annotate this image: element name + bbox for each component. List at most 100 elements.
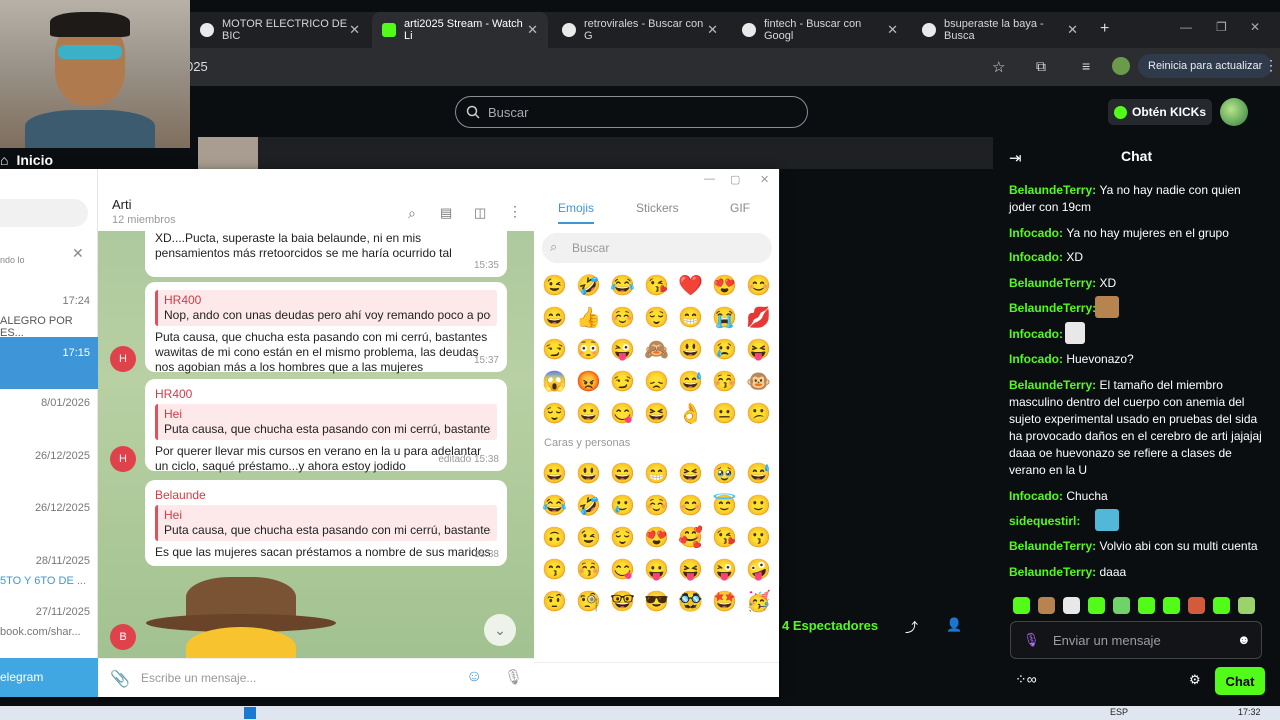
emoji-item[interactable]: 👌 bbox=[678, 401, 712, 425]
emoji-item[interactable]: 😗 bbox=[746, 525, 780, 549]
emoji-item[interactable]: 🥲 bbox=[610, 493, 644, 517]
close-tab-icon[interactable]: ✕ bbox=[707, 22, 718, 38]
extensions-icon[interactable]: ⧉ bbox=[1036, 58, 1046, 75]
search-input[interactable]: Buscar bbox=[455, 96, 808, 128]
star-icon[interactable]: ☆ bbox=[992, 58, 1005, 76]
emoji-item[interactable]: 😌 bbox=[542, 401, 576, 425]
emoji-item[interactable]: 😍 bbox=[712, 273, 746, 297]
collapse-chat-icon[interactable]: ⇥ bbox=[1009, 149, 1022, 167]
dice-icon[interactable]: ⁘∞ bbox=[1015, 671, 1037, 688]
browser-tab[interactable]: fintech - Buscar con Googl ✕ bbox=[732, 12, 908, 48]
emoji-item[interactable]: 🙃 bbox=[542, 525, 576, 549]
emoji-item[interactable]: 😐 bbox=[712, 401, 746, 425]
emoji-item[interactable]: 😛 bbox=[644, 557, 678, 581]
avatar[interactable]: H bbox=[110, 446, 136, 472]
close-tab-icon[interactable]: ✕ bbox=[1067, 22, 1078, 38]
search-icon[interactable]: ⌕ bbox=[408, 205, 416, 222]
emoji-item[interactable]: 🧐 bbox=[576, 589, 610, 613]
close-icon[interactable]: ✕ bbox=[760, 173, 769, 186]
emoji-item[interactable]: ❤️ bbox=[678, 273, 712, 297]
reply-quote[interactable]: Hei Puta causa, que chucha esta pasando … bbox=[155, 404, 497, 440]
list-item-selected[interactable]: 17:15 bbox=[0, 337, 98, 389]
emoji-item[interactable]: 😅 bbox=[746, 461, 780, 485]
home-link[interactable]: ⌂ Inicio bbox=[0, 152, 53, 168]
reply-quote[interactable]: Hei Puta causa, que chucha esta pasando … bbox=[155, 505, 497, 541]
new-tab-icon[interactable]: + bbox=[1100, 20, 1109, 38]
close-window-icon[interactable]: ✕ bbox=[1250, 20, 1260, 34]
settings-icon[interactable]: ⚙ bbox=[1189, 672, 1201, 688]
scroll-down-button[interactable]: ⌄ bbox=[484, 614, 516, 646]
emoji-item[interactable]: 😌 bbox=[644, 305, 678, 329]
clock[interactable]: 17:32 bbox=[1238, 707, 1261, 717]
emoji-item[interactable]: 😁 bbox=[644, 461, 678, 485]
tab-stickers[interactable]: Stickers bbox=[636, 201, 679, 215]
emoji-item[interactable]: ☺️ bbox=[610, 305, 644, 329]
emoji-item[interactable]: 😚 bbox=[576, 557, 610, 581]
emoji-icon[interactable]: ☻ bbox=[1237, 632, 1251, 647]
tab-emojis[interactable]: Emojis bbox=[558, 201, 595, 224]
attach-icon[interactable]: 📎 bbox=[110, 669, 130, 689]
microphone-icon[interactable]: 🎙 bbox=[1023, 632, 1040, 648]
update-button[interactable]: Reinicia para actualizar bbox=[1138, 54, 1273, 78]
list-item[interactable]: 17:24 ALEGRO POR ES... bbox=[0, 287, 98, 339]
maximize-icon[interactable]: ▢ bbox=[730, 173, 740, 186]
emoji-item[interactable]: 😝 bbox=[746, 337, 780, 361]
emoji-item[interactable]: 🤩 bbox=[712, 589, 746, 613]
close-icon[interactable]: ✕ bbox=[72, 245, 84, 262]
emoji-item[interactable]: 😄 bbox=[610, 461, 644, 485]
emoji-item[interactable]: 😂 bbox=[610, 273, 644, 297]
emoji-item[interactable]: 😞 bbox=[644, 369, 678, 393]
emoji-item[interactable]: 😝 bbox=[678, 557, 712, 581]
emoji-item[interactable]: 😡 bbox=[576, 369, 610, 393]
close-tab-icon[interactable]: ✕ bbox=[349, 22, 360, 38]
emoji-item[interactable]: 😆 bbox=[678, 461, 712, 485]
emoji-item[interactable]: ☺️ bbox=[644, 493, 678, 517]
emoji-item[interactable]: 😏 bbox=[610, 369, 644, 393]
follow-icon[interactable]: 👤 bbox=[946, 617, 962, 633]
emoji-item[interactable]: 🥸 bbox=[678, 589, 712, 613]
emoji-item[interactable]: 😉 bbox=[542, 273, 576, 297]
profile-icon[interactable] bbox=[1112, 57, 1130, 75]
emoji-item[interactable]: 😅 bbox=[678, 369, 712, 393]
emoji-item[interactable]: 🐵 bbox=[746, 369, 780, 393]
emoji-item[interactable]: 😜 bbox=[712, 557, 746, 581]
emoji-item[interactable]: 😃 bbox=[576, 461, 610, 485]
emoji-item[interactable]: 😢 bbox=[712, 337, 746, 361]
emoji-item[interactable]: 😁 bbox=[678, 305, 712, 329]
emoji-item[interactable]: 😌 bbox=[610, 525, 644, 549]
minimize-icon[interactable]: — bbox=[1180, 20, 1192, 34]
emoji-item[interactable]: 😏 bbox=[542, 337, 576, 361]
emoji-item[interactable]: 😋 bbox=[610, 401, 644, 425]
emoji-search-input[interactable]: Buscar bbox=[542, 233, 772, 263]
sidebar-toggle-icon[interactable]: ◫ bbox=[474, 205, 486, 221]
browser-tab[interactable]: retrovirales - Buscar con G ✕ bbox=[552, 12, 728, 48]
emoji-item[interactable]: 😜 bbox=[610, 337, 644, 361]
emoji-item[interactable]: 😆 bbox=[644, 401, 678, 425]
tab-gif[interactable]: GIF bbox=[730, 201, 750, 215]
emoji-item[interactable]: 😕 bbox=[746, 401, 780, 425]
language-indicator[interactable]: ESP bbox=[1110, 707, 1128, 717]
emoji-item[interactable]: 🤣 bbox=[576, 493, 610, 517]
emoji-item[interactable]: 😍 bbox=[644, 525, 678, 549]
emote-bar[interactable] bbox=[1013, 597, 1263, 615]
emoji-item[interactable]: 😘 bbox=[644, 273, 678, 297]
emoji-item[interactable]: 😎 bbox=[644, 589, 678, 613]
browser-tab-active[interactable]: arti2025 Stream - Watch Li ✕ bbox=[372, 12, 548, 48]
emoji-item[interactable]: 😱 bbox=[542, 369, 576, 393]
emoji-item[interactable]: 😘 bbox=[712, 525, 746, 549]
more-icon[interactable]: ⋮ bbox=[508, 203, 522, 220]
list-item[interactable]: 28/11/2025 5TO Y 6TO DE ... bbox=[0, 555, 98, 591]
maximize-icon[interactable]: ❐ bbox=[1216, 20, 1227, 34]
close-tab-icon[interactable]: ✕ bbox=[527, 22, 538, 38]
windows-start-icon[interactable] bbox=[244, 707, 256, 719]
emoji-item[interactable]: 😀 bbox=[576, 401, 610, 425]
emoji-item[interactable]: 😄 bbox=[542, 305, 576, 329]
chat-input[interactable]: 🎙 Enviar un mensaje ☻ bbox=[1010, 621, 1262, 659]
emoji-item[interactable]: 👍 bbox=[576, 305, 610, 329]
avatar[interactable]: B bbox=[110, 624, 136, 650]
emoji-item[interactable]: 🤣 bbox=[576, 273, 610, 297]
cowboy-sticker[interactable] bbox=[146, 569, 336, 667]
emoji-item[interactable]: 😙 bbox=[542, 557, 576, 581]
chat-send-button[interactable]: Chat bbox=[1215, 667, 1265, 695]
voice-chat-icon[interactable]: ▤ bbox=[440, 205, 452, 221]
